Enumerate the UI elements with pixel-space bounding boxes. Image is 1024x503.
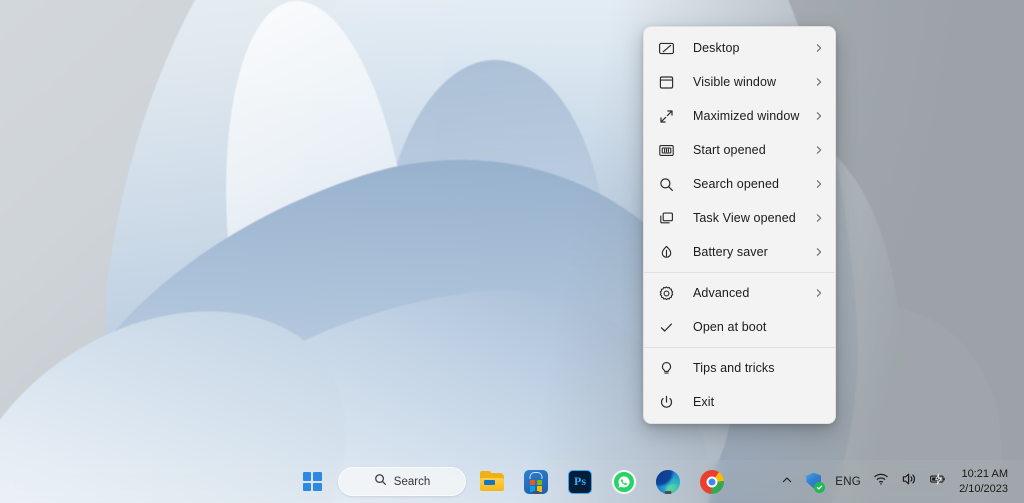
menu-item-label: Advanced: [693, 286, 750, 300]
windows-logo-icon: [302, 472, 322, 491]
menu-item-visible-window[interactable]: Visible window: [644, 65, 835, 99]
taskbar-app-microsoft-store[interactable]: [518, 464, 554, 500]
menu-item-task-view-opened[interactable]: Task View opened: [644, 201, 835, 235]
taskbar-clock[interactable]: 10:21 AM 2/10/2023: [953, 465, 1016, 499]
desktop-icon: [656, 38, 676, 58]
battery-charging-icon: [929, 471, 947, 492]
taskbar-app-whatsapp[interactable]: [606, 464, 642, 500]
speaker-icon: [901, 471, 917, 492]
tray-app-context-menu[interactable]: Desktop Visible window Maximized window …: [643, 26, 836, 424]
menu-item-label: Exit: [693, 395, 715, 409]
menu-item-label: Start opened: [693, 143, 766, 157]
check-icon: [656, 317, 676, 337]
start-button[interactable]: [294, 464, 330, 500]
running-indicator: [532, 491, 540, 494]
running-indicator: [664, 491, 672, 494]
power-icon: [656, 392, 676, 412]
tray-language-button[interactable]: ENG: [829, 467, 867, 497]
search-icon: [656, 174, 676, 194]
chevron-right-icon: [813, 76, 825, 88]
chrome-icon: [699, 469, 725, 495]
language-indicator: ENG: [835, 475, 862, 488]
tray-windows-security-button[interactable]: [799, 467, 829, 497]
taskbar-app-file-explorer[interactable]: [474, 464, 510, 500]
task-view-icon: [656, 208, 676, 228]
tray-overflow-button[interactable]: [775, 467, 799, 497]
menu-item-label: Battery saver: [693, 245, 768, 259]
chevron-right-icon: [813, 144, 825, 156]
start-menu-icon: [656, 140, 676, 160]
chevron-right-icon: [813, 42, 825, 54]
taskbar-search-button[interactable]: Search: [338, 467, 466, 496]
menu-item-label: Open at boot: [693, 320, 767, 334]
photoshop-icon: Ps: [567, 469, 593, 495]
microsoft-store-icon: [523, 469, 549, 495]
search-icon: [374, 473, 387, 491]
whatsapp-icon: [611, 469, 637, 495]
menu-item-advanced[interactable]: Advanced: [644, 276, 835, 310]
desktop-wallpaper: [0, 0, 1024, 503]
menu-item-desktop[interactable]: Desktop: [644, 31, 835, 65]
windows-security-shield-icon: [805, 472, 826, 493]
taskbar[interactable]: Search Ps ENG 10:21 AM 2/10/2023: [0, 460, 1024, 503]
menu-separator: [644, 347, 835, 348]
menu-item-label: Desktop: [693, 41, 740, 55]
chevron-right-icon: [813, 287, 825, 299]
clock-time: 10:21 AM: [961, 468, 1008, 481]
leaf-icon: [656, 242, 676, 262]
file-explorer-icon: [479, 469, 505, 495]
chevron-right-icon: [813, 246, 825, 258]
menu-item-exit[interactable]: Exit: [644, 385, 835, 419]
menu-item-label: Visible window: [693, 75, 777, 89]
taskbar-app-photoshop[interactable]: Ps: [562, 464, 598, 500]
chevron-right-icon: [813, 110, 825, 122]
gear-icon: [656, 283, 676, 303]
menu-item-maximized-window[interactable]: Maximized window: [644, 99, 835, 133]
search-label: Search: [393, 475, 431, 488]
menu-item-label: Maximized window: [693, 109, 800, 123]
tray-battery-button[interactable]: [923, 467, 953, 497]
system-tray[interactable]: ENG 10:21 AM 2/10/2023: [775, 460, 1024, 503]
chevron-right-icon: [813, 178, 825, 190]
photoshop-glyph: Ps: [568, 469, 592, 494]
taskbar-app-edge[interactable]: [650, 464, 686, 500]
chevron-right-icon: [813, 212, 825, 224]
menu-item-battery-saver[interactable]: Battery saver: [644, 235, 835, 269]
maximize-arrow-icon: [656, 106, 676, 126]
tray-network-button[interactable]: [867, 467, 895, 497]
wifi-icon: [873, 471, 889, 492]
window-icon: [656, 72, 676, 92]
menu-item-open-at-boot[interactable]: Open at boot: [644, 310, 835, 344]
chevron-up-icon: [781, 473, 793, 491]
menu-item-tips-and-tricks[interactable]: Tips and tricks: [644, 351, 835, 385]
tray-volume-button[interactable]: [895, 467, 923, 497]
menu-item-start-opened[interactable]: Start opened: [644, 133, 835, 167]
clock-date: 2/10/2023: [959, 482, 1008, 495]
menu-separator: [644, 272, 835, 273]
menu-item-label: Search opened: [693, 177, 780, 191]
lightbulb-icon: [656, 358, 676, 378]
taskbar-app-chrome[interactable]: [694, 464, 730, 500]
desktop[interactable]: Desktop Visible window Maximized window …: [0, 0, 1024, 503]
edge-icon: [655, 469, 681, 495]
menu-item-label: Task View opened: [693, 211, 796, 225]
menu-item-label: Tips and tricks: [693, 361, 775, 375]
menu-item-search-opened[interactable]: Search opened: [644, 167, 835, 201]
